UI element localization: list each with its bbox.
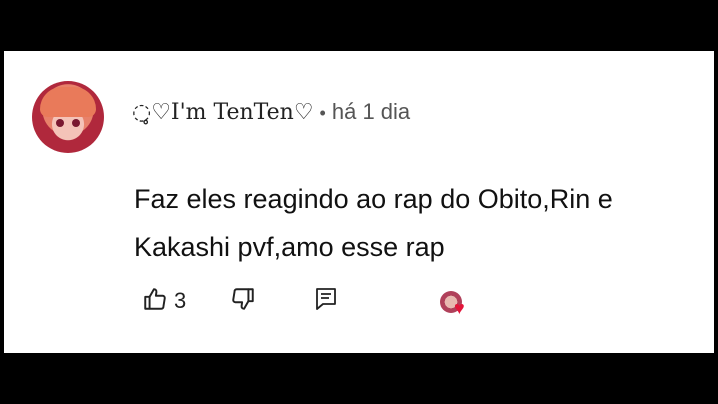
avatar-eye-right bbox=[72, 119, 80, 127]
comment-header: ◌̥♡I'm TenTen♡ • há 1 dia bbox=[132, 99, 410, 129]
comment-actions: 3 bbox=[142, 283, 338, 319]
avatar-hair bbox=[40, 87, 96, 117]
thumbs-up-icon[interactable] bbox=[142, 286, 168, 317]
avatar-eye-left bbox=[56, 119, 64, 127]
comment-text-line-1: Faz eles reagindo ao rap do Obito,Rin e bbox=[134, 184, 613, 214]
comment-text-line-2: Kakashi pvf,amo esse rap bbox=[134, 232, 445, 262]
comment-timestamp[interactable]: há 1 dia bbox=[332, 99, 410, 125]
creator-heart-icon: ♥ bbox=[454, 298, 465, 318]
author-avatar[interactable] bbox=[32, 81, 104, 153]
like-count: 3 bbox=[174, 288, 187, 313]
author-name[interactable]: ◌̥♡I'm TenTen♡ bbox=[132, 100, 314, 125]
comment-card: ◌̥♡I'm TenTen♡ • há 1 dia Faz eles reagi… bbox=[4, 51, 714, 353]
creator-heart-badge: ♥ bbox=[440, 291, 474, 319]
comment-text: Faz eles reagindo ao rap do Obito,Rin e … bbox=[134, 175, 704, 271]
reply-comment-icon[interactable] bbox=[314, 286, 338, 317]
separator-dot: • bbox=[319, 103, 326, 123]
thumbs-down-icon[interactable] bbox=[230, 286, 256, 317]
